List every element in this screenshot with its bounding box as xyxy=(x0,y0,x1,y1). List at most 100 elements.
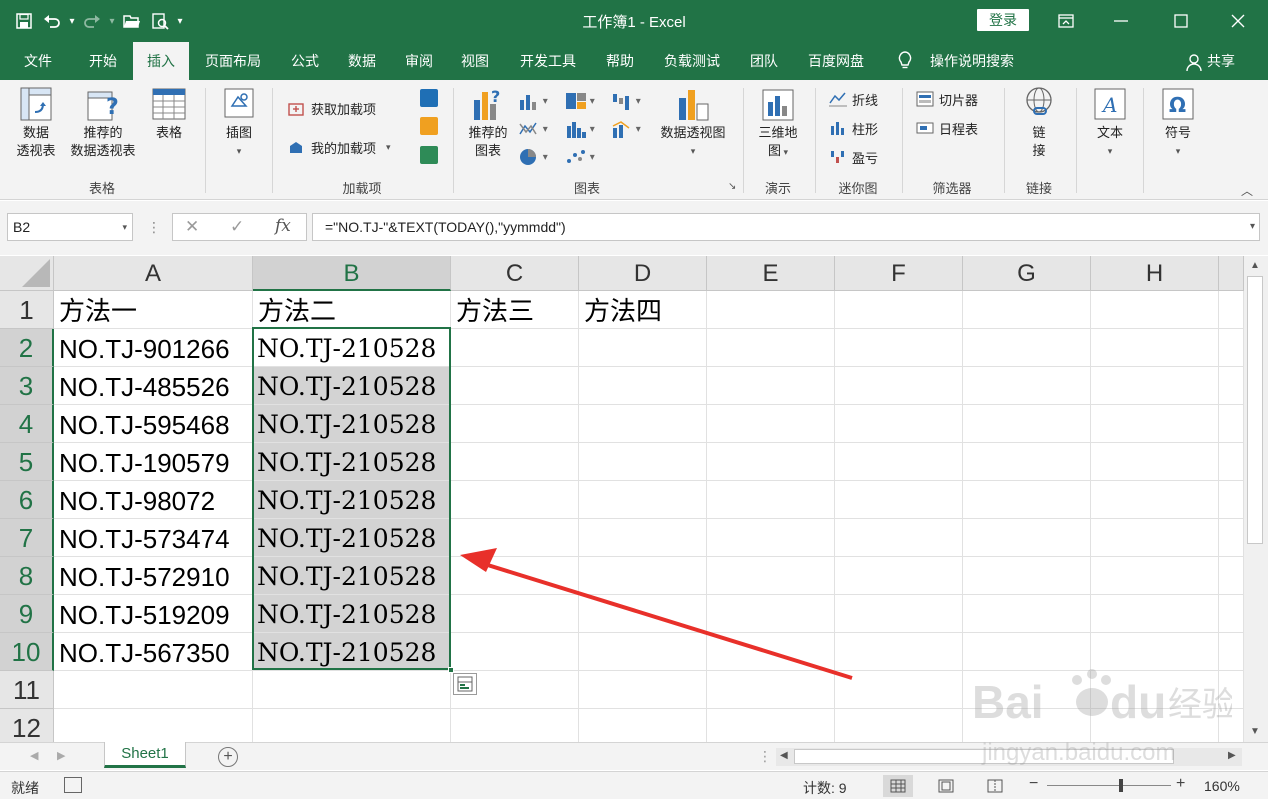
tab-baidu-netdisk[interactable]: 百度网盘 xyxy=(800,42,872,80)
timeline-button[interactable]: 日程表 xyxy=(916,117,978,139)
scroll-left-icon[interactable]: ◀ xyxy=(780,750,788,761)
cell-c10[interactable] xyxy=(451,633,579,671)
zoom-out-icon[interactable]: − xyxy=(1029,775,1038,793)
collapse-ribbon-icon[interactable]: ︿ xyxy=(1241,182,1253,199)
tab-help[interactable]: 帮助 xyxy=(598,42,642,80)
status-count[interactable]: 计数: 9 xyxy=(803,778,847,798)
cell-a1[interactable]: 方法一 xyxy=(54,291,253,329)
slicer-button[interactable]: 切片器 xyxy=(916,88,978,110)
hierarchy-chart-menu-icon[interactable]: ▾ xyxy=(565,90,605,112)
cell-g4[interactable] xyxy=(963,405,1091,443)
cell-a2[interactable]: NO.TJ-901266 xyxy=(54,329,253,367)
cell-h3[interactable] xyxy=(1091,367,1219,405)
cell-b5[interactable]: NO.TJ-210528 xyxy=(253,443,451,481)
cell-i3[interactable] xyxy=(1219,367,1244,405)
cell-a9[interactable]: NO.TJ-519209 xyxy=(54,595,253,633)
cell-i2[interactable] xyxy=(1219,329,1244,367)
zoom-slider[interactable] xyxy=(1047,785,1171,786)
my-addins-dropdown-icon[interactable]: ▾ xyxy=(386,142,391,153)
cell-e7[interactable] xyxy=(707,519,835,557)
column-header-f[interactable]: F xyxy=(835,256,963,291)
cell-a7[interactable]: NO.TJ-573474 xyxy=(54,519,253,557)
vertical-scrollbar[interactable]: ▲ ▼ xyxy=(1244,256,1268,742)
cell-h5[interactable] xyxy=(1091,443,1219,481)
cell-e3[interactable] xyxy=(707,367,835,405)
column-header-a[interactable]: A xyxy=(54,256,253,291)
cell-e6[interactable] xyxy=(707,481,835,519)
row-header-7[interactable]: 7 xyxy=(0,519,54,557)
page-layout-view-icon[interactable] xyxy=(931,775,961,797)
cell-a10[interactable]: NO.TJ-567350 xyxy=(54,633,253,671)
cell-g3[interactable] xyxy=(963,367,1091,405)
cell-c6[interactable] xyxy=(451,481,579,519)
cell-g2[interactable] xyxy=(963,329,1091,367)
enter-icon[interactable]: ✓ xyxy=(230,217,244,237)
cell-e1[interactable] xyxy=(707,291,835,329)
people-graph-icon[interactable] xyxy=(420,146,438,164)
cell-f8[interactable] xyxy=(835,557,963,595)
tab-load-test[interactable]: 负载测试 xyxy=(656,42,728,80)
cell-d3[interactable] xyxy=(579,367,707,405)
cell-h6[interactable] xyxy=(1091,481,1219,519)
cell-f9[interactable] xyxy=(835,595,963,633)
cell-d10[interactable] xyxy=(579,633,707,671)
select-all-button[interactable] xyxy=(0,256,54,291)
scroll-right-icon[interactable]: ▶ xyxy=(1228,750,1236,761)
cell-e4[interactable] xyxy=(707,405,835,443)
row-header-3[interactable]: 3 xyxy=(0,367,54,405)
cell-h9[interactable] xyxy=(1091,595,1219,633)
cell-f1[interactable] xyxy=(835,291,963,329)
cell-c7[interactable] xyxy=(451,519,579,557)
tab-formulas[interactable]: 公式 xyxy=(283,42,327,80)
column-header-h[interactable]: H xyxy=(1091,256,1219,291)
cell-f10[interactable] xyxy=(835,633,963,671)
cell-d7[interactable] xyxy=(579,519,707,557)
pie-chart-menu-icon[interactable]: ▾ xyxy=(518,146,558,168)
get-addins-button[interactable]: 获取加载项 xyxy=(288,97,376,119)
cell-e5[interactable] xyxy=(707,443,835,481)
row-header-11[interactable]: 11 xyxy=(0,671,54,709)
cell-i8[interactable] xyxy=(1219,557,1244,595)
cell-a4[interactable]: NO.TJ-595468 xyxy=(54,405,253,443)
cell-a3[interactable]: NO.TJ-485526 xyxy=(54,367,253,405)
sheet-tab-sheet1[interactable]: Sheet1 xyxy=(104,742,186,768)
cell-c9[interactable] xyxy=(451,595,579,633)
column-header-i[interactable] xyxy=(1219,256,1244,291)
macro-record-icon[interactable] xyxy=(64,777,82,793)
bing-maps-icon[interactable] xyxy=(420,117,438,135)
column-header-d[interactable]: D xyxy=(579,256,707,291)
cell-e10[interactable] xyxy=(707,633,835,671)
column-header-b[interactable]: B xyxy=(253,256,451,291)
insert-function-icon[interactable]: fx xyxy=(275,216,291,236)
cell-e11[interactable] xyxy=(707,671,835,709)
cell-g11[interactable] xyxy=(963,671,1091,709)
recommended-pivot-button[interactable]: ? 推荐的 数据透视表 xyxy=(64,86,142,160)
cell-a5[interactable]: NO.TJ-190579 xyxy=(54,443,253,481)
cancel-icon[interactable]: ✕ xyxy=(185,217,199,237)
zoom-slider-thumb[interactable] xyxy=(1119,779,1123,792)
cell-d2[interactable] xyxy=(579,329,707,367)
cell-f3[interactable] xyxy=(835,367,963,405)
cell-c3[interactable] xyxy=(451,367,579,405)
cell-h4[interactable] xyxy=(1091,405,1219,443)
cell-b10[interactable]: NO.TJ-210528 xyxy=(253,633,451,671)
cell-f5[interactable] xyxy=(835,443,963,481)
share-button[interactable]: 共享 xyxy=(1207,42,1235,80)
cell-b11[interactable] xyxy=(253,671,451,709)
cell-b6[interactable]: NO.TJ-210528 xyxy=(253,481,451,519)
cell-g9[interactable] xyxy=(963,595,1091,633)
symbol-button[interactable]: Ω 符号 ▾ xyxy=(1154,86,1202,160)
split-handle-icon[interactable]: ⋮ xyxy=(758,748,772,765)
row-header-9[interactable]: 9 xyxy=(0,595,54,633)
cell-d8[interactable] xyxy=(579,557,707,595)
waterfall-chart-menu-icon[interactable]: ▾ xyxy=(611,90,651,112)
name-box-dropdown-icon[interactable]: ▾ xyxy=(122,214,127,240)
scroll-down-icon[interactable]: ▼ xyxy=(1250,726,1260,737)
tab-insert[interactable]: 插入 xyxy=(133,42,189,80)
tab-file[interactable]: 文件 xyxy=(14,42,62,80)
cell-g8[interactable] xyxy=(963,557,1091,595)
cell-g6[interactable] xyxy=(963,481,1091,519)
dialog-launcher-icon[interactable]: ↘ xyxy=(728,181,736,192)
pivot-table-button[interactable]: 数据 透视表 xyxy=(12,86,60,160)
cell-h10[interactable] xyxy=(1091,633,1219,671)
